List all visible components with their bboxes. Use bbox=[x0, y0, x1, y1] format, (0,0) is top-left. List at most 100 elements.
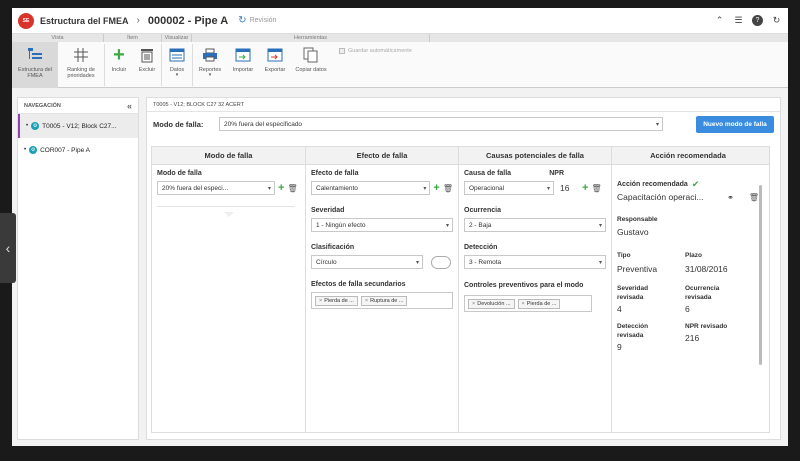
main-panel: T0005 - V12; BLOCK C27 32 ACERT Modo de … bbox=[146, 97, 781, 440]
bullet-icon: • bbox=[26, 123, 29, 129]
add-icon[interactable]: + bbox=[278, 183, 284, 194]
failure-mode-label: Modo de falla: bbox=[153, 119, 204, 129]
efecto-row: Calentamiento + 🗑 bbox=[311, 181, 453, 195]
app-logo: SE bbox=[18, 12, 34, 29]
efecto-select[interactable]: Calentamiento bbox=[311, 181, 431, 195]
dropdown-arrow-icon: ▾ bbox=[208, 72, 212, 78]
ocurrencia-select[interactable]: 2 - Baja bbox=[464, 218, 606, 232]
printer-icon bbox=[201, 46, 219, 64]
remove-tag-icon[interactable]: × bbox=[319, 298, 322, 304]
severidad-value: 1 - Ningún efecto bbox=[316, 221, 366, 229]
autosave-checkbox[interactable]: Guardar automáticamente bbox=[331, 42, 416, 88]
list-icon[interactable]: ☰ bbox=[733, 15, 744, 26]
ribbon-buttons: Estructura del FMEA Ranking de prioridad… bbox=[12, 42, 788, 88]
controles-tags[interactable]: × Devolución ... × Pierda de ... bbox=[464, 295, 592, 312]
clasificacion-label: Clasificación bbox=[311, 244, 355, 251]
checkbox-box bbox=[339, 48, 345, 54]
deteccion-select[interactable]: 3 - Remota bbox=[464, 255, 606, 269]
add-icon[interactable]: + bbox=[433, 183, 439, 194]
excluir-label: Excluir bbox=[138, 67, 156, 73]
incluir-button[interactable]: + Incluir bbox=[105, 42, 133, 88]
plazo-block: Plazo 31/08/2016 bbox=[685, 251, 728, 274]
modo-select[interactable]: 20% fuera del especi... bbox=[157, 181, 275, 195]
component-icon: ⚙ bbox=[29, 146, 38, 154]
causa-label: Causa de falla bbox=[464, 170, 512, 177]
group-herramientas: Herramientas bbox=[192, 34, 430, 42]
det-rev-block: Detección revisada 9 bbox=[617, 322, 685, 352]
collapse-icon[interactable]: ⌃ bbox=[714, 15, 725, 26]
datos-button[interactable]: Datos ▾ bbox=[162, 42, 192, 88]
nav-item-label: COR007 - Pipe A bbox=[40, 146, 90, 154]
group-vista: Vista bbox=[12, 34, 104, 42]
tipo-plazo-row: Tipo Preventiva Plazo 31/08/2016 bbox=[617, 251, 759, 274]
trash-icon bbox=[138, 46, 156, 64]
double-chevron-left-icon[interactable]: « bbox=[127, 101, 132, 111]
vertical-scrollbar[interactable] bbox=[759, 185, 762, 365]
excluir-button[interactable]: Excluir bbox=[133, 42, 161, 88]
refresh-icon: ↻ bbox=[238, 15, 247, 26]
estructura-label: Estructura del FMEA bbox=[18, 67, 52, 79]
sev-rev-value: 4 bbox=[617, 304, 622, 314]
tag-item[interactable]: × Pierda de ... bbox=[315, 295, 358, 306]
revision-label: Revisión bbox=[249, 17, 277, 24]
checkmark-icon: ✔ bbox=[691, 179, 700, 189]
responsable-value: Gustavo bbox=[617, 227, 649, 237]
grid-columns: Modo de falla 20% fuera del especi... + … bbox=[152, 165, 769, 432]
deteccion-value: 3 - Remota bbox=[469, 258, 502, 266]
modo-column: Modo de falla 20% fuera del especi... + … bbox=[152, 165, 306, 432]
nav-item-cor007[interactable]: • ⚙ COR007 - Pipe A bbox=[18, 138, 138, 162]
breadcrumb: T0005 - V12; BLOCK C27 32 ACERT bbox=[147, 98, 780, 112]
causa-select[interactable]: Operacional bbox=[464, 181, 554, 195]
det-rev-value: 9 bbox=[617, 342, 622, 352]
help-icon[interactable]: ? bbox=[752, 15, 763, 26]
document-title: 000002 - Pipe A bbox=[147, 14, 229, 27]
npr-rev-block: NPR revisado 216 bbox=[685, 322, 727, 352]
new-failure-mode-button[interactable]: Nuevo modo de falla bbox=[696, 115, 774, 133]
reload-icon[interactable]: ↻ bbox=[771, 15, 782, 26]
autosave-label: Guardar automáticamente bbox=[348, 48, 412, 54]
clasificacion-row: Círculo bbox=[311, 255, 453, 269]
remove-tag-icon[interactable]: × bbox=[472, 301, 475, 307]
trash-icon[interactable]: 🗑 bbox=[443, 184, 453, 193]
component-icon: ⚙ bbox=[31, 122, 40, 130]
header-efecto: Efecto de falla bbox=[306, 147, 459, 164]
secundarios-tags[interactable]: × Pierda de ... × Ruptura de ... bbox=[311, 292, 453, 309]
trash-icon[interactable]: 🗑 bbox=[749, 193, 759, 202]
remove-tag-icon[interactable]: × bbox=[522, 301, 525, 307]
tree-structure-icon bbox=[26, 46, 44, 64]
reportes-button[interactable]: Reportes ▾ bbox=[193, 42, 227, 88]
header-modo: Modo de falla bbox=[152, 147, 306, 164]
exportar-button[interactable]: Exportar bbox=[259, 42, 291, 88]
accion-value[interactable]: Capacitación operaci... bbox=[617, 192, 724, 202]
copiar-datos-button[interactable]: Copiar datos bbox=[291, 42, 331, 88]
content-area: NAVEGACIÓN « • ⚙ T0005 - V12; Block C27.… bbox=[12, 90, 788, 446]
estructura-button[interactable]: Estructura del FMEA bbox=[12, 42, 58, 88]
group-item: Ítem bbox=[104, 34, 162, 42]
chevron-left-icon[interactable]: ‹ bbox=[0, 213, 16, 283]
trash-icon[interactable]: 🗑 bbox=[591, 184, 601, 193]
failure-mode-row: Modo de falla: 20% fuera del especificad… bbox=[147, 112, 780, 136]
dropdown-arrow-icon: ▾ bbox=[175, 72, 179, 78]
failure-mode-select[interactable]: 20% fuera del especificado bbox=[219, 117, 663, 131]
plazo-label: Plazo bbox=[685, 252, 702, 259]
binoculars-icon[interactable]: ⚭ bbox=[727, 193, 734, 202]
clasificacion-select[interactable]: Círculo bbox=[311, 255, 423, 269]
add-icon[interactable]: + bbox=[582, 183, 588, 194]
remove-tag-icon[interactable]: × bbox=[365, 298, 368, 304]
tag-item[interactable]: × Devolución ... bbox=[468, 298, 515, 309]
nav-item-t0005[interactable]: • ⚙ T0005 - V12; Block C27... bbox=[18, 114, 138, 138]
classification-toggle[interactable] bbox=[431, 255, 451, 269]
clasificacion-value: Círculo bbox=[316, 258, 337, 266]
tag-item[interactable]: × Pierda de ... bbox=[517, 298, 561, 309]
importar-button[interactable]: Importar bbox=[227, 42, 259, 88]
severidad-select[interactable]: 1 - Ningún efecto bbox=[311, 218, 453, 232]
import-icon bbox=[234, 46, 252, 64]
npr-rev-label: NPR revisado bbox=[685, 323, 728, 330]
ranking-button[interactable]: Ranking de prioridades bbox=[58, 42, 104, 88]
group-visualizar: Visualizar bbox=[162, 34, 192, 42]
trash-icon[interactable]: 🗑 bbox=[287, 184, 297, 193]
revision-link[interactable]: ↻ Revisión bbox=[238, 15, 276, 26]
revisado-row-1: Severidad revisada 4 Ocurrencia revisada… bbox=[617, 284, 759, 314]
tag-item[interactable]: × Ruptura de ... bbox=[360, 295, 408, 306]
importar-label: Importar bbox=[232, 67, 254, 73]
